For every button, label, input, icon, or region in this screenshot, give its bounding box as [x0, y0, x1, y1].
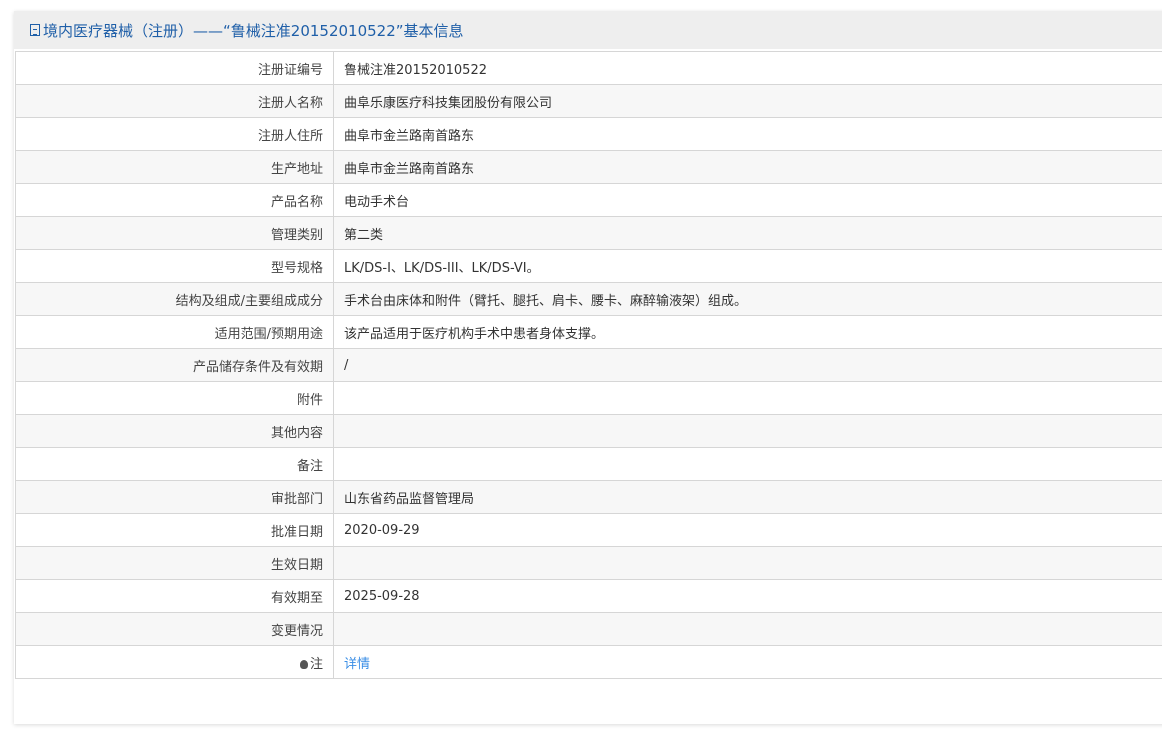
- field-value: 曲阜乐康医疗科技集团股份有限公司: [333, 84, 1162, 118]
- field-value: 曲阜市金兰路南首路东: [333, 150, 1162, 184]
- field-label: 型号规格: [15, 249, 334, 283]
- note-label-cell: 注: [15, 645, 334, 679]
- field-value: 手术台由床体和附件（臂托、腿托、肩卡、腰卡、麻醉输液架）组成。: [333, 282, 1162, 316]
- field-value: 鲁械注准20152010522: [333, 51, 1162, 85]
- field-value: LK/DS-I、LK/DS-III、LK/DS-VI。: [333, 249, 1162, 283]
- lightbulb-icon: [299, 659, 308, 669]
- field-label: 变更情况: [15, 612, 334, 646]
- details-link[interactable]: 详情: [344, 657, 370, 672]
- note-value: 详情: [333, 645, 1162, 679]
- table-row: 注册证编号 鲁械注准20152010522: [15, 51, 1162, 85]
- table-row: 备注: [15, 447, 1162, 481]
- field-label: 注册证编号: [15, 51, 334, 85]
- table-row: 审批部门 山东省药品监督管理局: [15, 480, 1162, 514]
- table-row: 型号规格 LK/DS-I、LK/DS-III、LK/DS-VI。: [15, 249, 1162, 283]
- table-row: 注册人住所 曲阜市金兰路南首路东: [15, 117, 1162, 151]
- table-row: 适用范围/预期用途 该产品适用于医疗机构手术中患者身体支撑。: [15, 315, 1162, 349]
- field-label: 其他内容: [15, 414, 334, 448]
- field-label: 产品储存条件及有效期: [15, 348, 334, 382]
- table-row: 产品储存条件及有效期 /: [15, 348, 1162, 382]
- field-label: 审批部门: [15, 480, 334, 514]
- table-row: 批准日期 2020-09-29: [15, 513, 1162, 547]
- field-value: 电动手术台: [333, 183, 1162, 217]
- field-label: 批准日期: [15, 513, 334, 547]
- field-value: /: [333, 348, 1162, 382]
- table-row: 管理类别 第二类: [15, 216, 1162, 250]
- table-row: 注册人名称 曲阜乐康医疗科技集团股份有限公司: [15, 84, 1162, 118]
- page-title: 境内医疗器械（注册）——“鲁械注准20152010522”基本信息: [43, 21, 464, 40]
- field-value: 山东省药品监督管理局: [333, 480, 1162, 514]
- field-value: 2025-09-28: [333, 579, 1162, 613]
- field-value: [333, 546, 1162, 580]
- table-row: 产品名称 电动手术台: [15, 183, 1162, 217]
- document-icon: [30, 24, 40, 36]
- table-row: 有效期至 2025-09-28: [15, 579, 1162, 613]
- table-row: 结构及组成/主要组成成分 手术台由床体和附件（臂托、腿托、肩卡、腰卡、麻醉输液架）…: [15, 282, 1162, 316]
- field-label: 结构及组成/主要组成成分: [15, 282, 334, 316]
- field-label: 注册人住所: [15, 117, 334, 151]
- field-value: 该产品适用于医疗机构手术中患者身体支撑。: [333, 315, 1162, 349]
- field-label: 备注: [15, 447, 334, 481]
- field-value: 2020-09-29: [333, 513, 1162, 547]
- field-label: 适用范围/预期用途: [15, 315, 334, 349]
- field-value: [333, 447, 1162, 481]
- table-row: 变更情况: [15, 612, 1162, 646]
- info-table: 注册证编号 鲁械注准20152010522 注册人名称 曲阜乐康医疗科技集团股份有限公…: [15, 51, 1162, 679]
- table-row: 其他内容: [15, 414, 1162, 448]
- panel-header: 境内医疗器械（注册）——“鲁械注准20152010522”基本信息: [14, 11, 1162, 49]
- field-label: 生效日期: [15, 546, 334, 580]
- field-label: 附件: [15, 381, 334, 415]
- note-label: 注: [309, 656, 323, 672]
- table-row: 生效日期: [15, 546, 1162, 580]
- field-label: 生产地址: [15, 150, 334, 184]
- note-row: 注 详情: [15, 645, 1162, 679]
- field-label: 注册人名称: [15, 84, 334, 118]
- table-row: 附件: [15, 381, 1162, 415]
- field-value: [333, 381, 1162, 415]
- table-row: 生产地址 曲阜市金兰路南首路东: [15, 150, 1162, 184]
- field-label: 管理类别: [15, 216, 334, 250]
- field-label: 产品名称: [15, 183, 334, 217]
- field-value: [333, 612, 1162, 646]
- field-value: [333, 414, 1162, 448]
- field-label: 有效期至: [15, 579, 334, 613]
- field-value: 曲阜市金兰路南首路东: [333, 117, 1162, 151]
- field-value: 第二类: [333, 216, 1162, 250]
